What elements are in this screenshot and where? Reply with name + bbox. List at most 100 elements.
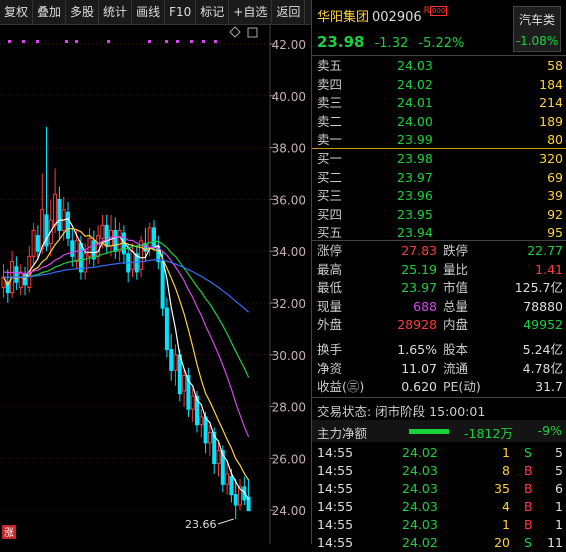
stat-label: 量比 — [443, 261, 469, 277]
toolbar-button[interactable]: 叠加 — [33, 0, 67, 24]
stat-value: 78880 — [523, 298, 563, 314]
tick-price: 24.03 — [402, 517, 438, 532]
bids-label: 买三 — [317, 188, 343, 203]
bids-label: 买四 — [317, 206, 343, 222]
ma30-line — [3, 240, 250, 378]
bids-label: 买二 — [317, 169, 343, 185]
asks-row: 卖四 24.02 184 — [312, 76, 566, 94]
asks-volume: 214 — [539, 95, 563, 110]
y-axis-label: 24.00 — [272, 504, 306, 518]
asks-volume: 58 — [547, 58, 563, 73]
signal-marker — [107, 40, 110, 43]
asks-label: 卖五 — [317, 58, 343, 73]
tick-row[interactable]: 14:55 24.03 4 B 1 — [312, 498, 566, 516]
sector-pct: -1.08% — [515, 34, 559, 48]
bids-price: 23.97 — [397, 169, 433, 185]
candle-body — [199, 416, 204, 426]
candle-body — [216, 450, 221, 465]
stat-row: 换手 1.65% 股本 5.24亿 — [312, 341, 566, 359]
toolbar-button[interactable]: 返回 — [272, 0, 306, 24]
candle-body — [169, 349, 174, 371]
tick-time: 14:55 — [317, 517, 354, 532]
sector-name: 汽车类 — [518, 13, 555, 27]
tick-count: 1 — [555, 499, 563, 514]
candle-body — [78, 242, 83, 273]
kline-svg[interactable]: 42.00 40.00 38.00 36.00 34.00 32.00 30.00 28.00… — [0, 25, 311, 544]
y-axis-label: 38.00 — [272, 142, 306, 156]
asks-price: 24.02 — [397, 76, 433, 92]
stat-label: 股本 — [443, 342, 469, 357]
bids-volume: 320 — [539, 151, 563, 166]
tick-row[interactable]: 14:55 24.03 8 B 5 — [312, 462, 566, 480]
tick-time: 14:55 — [317, 481, 354, 496]
candle-body — [173, 354, 178, 371]
stat-value: 49952 — [523, 317, 563, 333]
price-line: 23.98 -1.32 -5.22% — [317, 33, 470, 51]
toolbar-button[interactable]: 画线 — [132, 0, 166, 24]
toolbar-button[interactable]: 标记 — [196, 0, 230, 24]
asks-row: 卖三 24.01 214 — [312, 94, 566, 112]
price-change-pct: -5.22% — [418, 36, 465, 51]
toolbar-button[interactable]: F10 — [165, 0, 197, 24]
tick-qty: 1 — [502, 517, 510, 532]
candle-body — [104, 224, 109, 247]
bids-row: 买四 23.95 92 — [312, 206, 566, 224]
kline-chart[interactable]: 42.00 40.00 38.00 36.00 34.00 32.00 30.00 28.00… — [0, 25, 311, 544]
tick-side: B — [524, 463, 533, 478]
candle-body — [207, 432, 212, 444]
tick-count: 5 — [555, 445, 563, 460]
asks-label: 卖一 — [317, 132, 343, 147]
tick-time: 14:55 — [317, 445, 354, 460]
signal-marker — [22, 40, 25, 43]
tick-price: 24.02 — [402, 445, 438, 460]
y-axis-label: 32.00 — [272, 297, 306, 311]
stat-value: 27.83 — [401, 243, 437, 258]
chart-toolbar: 复权 叠加 多股 统计 画线 F10 标记 +自选 返回 — [0, 0, 311, 25]
bids-label: 买一 — [317, 151, 343, 166]
stat-row: 最低 23.97 市值 125.7亿 — [312, 279, 566, 297]
tick-side: S — [524, 535, 532, 550]
window-icon — [247, 27, 258, 38]
tick-row[interactable]: 14:55 24.03 35 B 6 — [312, 480, 566, 498]
stat-label: 最低 — [317, 280, 343, 296]
stat-row: 外盘 28928 内盘 49952 — [312, 316, 566, 334]
bids-row: 买一 23.98 320 — [312, 150, 566, 168]
y-axis-label: 34.00 — [272, 245, 306, 259]
candle-body — [164, 307, 169, 351]
signal-marker — [65, 40, 68, 43]
candle-body — [190, 395, 195, 410]
tick-price: 24.03 — [402, 499, 438, 514]
candle-body — [177, 354, 182, 395]
main-flow-row: 主力净额 -1812万 -9% — [312, 420, 566, 442]
tick-qty: 35 — [494, 481, 510, 496]
stock-title: 华阳集团 002906 R 000 — [317, 6, 448, 25]
sector-button[interactable]: 汽车类 -1.08% — [513, 6, 561, 52]
divider — [312, 55, 566, 56]
asks-row: 卖二 24.00 189 — [312, 113, 566, 131]
toolbar-button[interactable]: 复权 — [0, 0, 34, 24]
y-axis-label: 26.00 — [272, 452, 306, 466]
tick-row[interactable]: 14:55 24.02 20 S 11 — [312, 534, 566, 552]
stat-label: 总量 — [443, 298, 469, 314]
toolbar-button[interactable]: +自选 — [229, 0, 273, 24]
candle-body — [53, 193, 58, 226]
candle-body — [70, 240, 75, 257]
low-pointer-line — [217, 518, 234, 525]
y-axis-label: 42.00 — [272, 38, 306, 52]
candle-body — [182, 375, 187, 392]
tick-row[interactable]: 14:55 24.03 1 B 1 — [312, 516, 566, 534]
stat-row: 收益(㊂) 0.620 PE(动) 31.7 — [312, 378, 566, 396]
candle-body — [83, 253, 88, 273]
signal-marker — [165, 40, 168, 43]
main-flow-value: -1812万 — [464, 426, 513, 441]
bids-price: 23.96 — [397, 188, 433, 203]
tick-row[interactable]: 14:55 24.02 1 S 5 — [312, 444, 566, 462]
candle-body — [130, 250, 135, 270]
asks-price: 24.01 — [397, 95, 433, 110]
stat-label: 涨停 — [317, 243, 343, 258]
toolbar-button[interactable]: 统计 — [99, 0, 133, 24]
stat-value: 5.24亿 — [522, 342, 563, 357]
candle-body — [147, 227, 152, 250]
toolbar-button[interactable]: 多股 — [66, 0, 100, 24]
asks-label: 卖二 — [317, 113, 343, 129]
